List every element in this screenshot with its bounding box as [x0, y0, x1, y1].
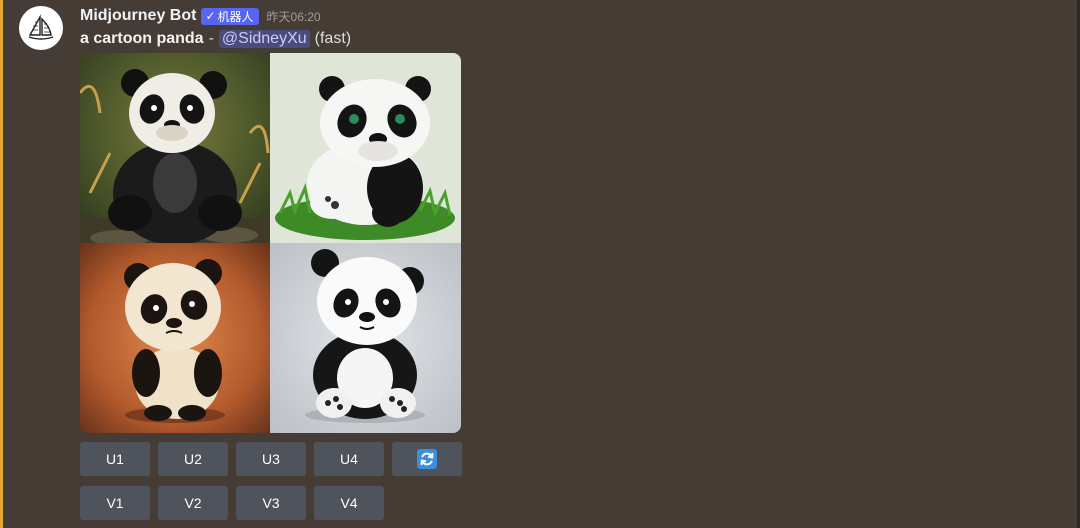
upscale-1-button[interactable]: U1	[80, 442, 150, 476]
image-grid[interactable]	[80, 53, 461, 433]
variation-4-button[interactable]: V4	[314, 486, 384, 520]
upscale-2-button[interactable]: U2	[158, 442, 228, 476]
prompt-text: a cartoon panda	[80, 30, 204, 47]
bot-badge-label: 机器人	[217, 9, 254, 24]
panda-image-3[interactable]	[80, 243, 270, 433]
panda-image-2[interactable]	[270, 53, 461, 243]
message-content: a cartoon panda - @SidneyXu (fast)	[80, 29, 351, 49]
bot-badge: ✓ 机器人	[201, 7, 259, 25]
chat-view: Midjourney Bot ✓ 机器人 昨天06:20 a cartoon p…	[0, 0, 1080, 528]
refresh-icon	[417, 449, 437, 469]
speed-label: (fast)	[314, 30, 352, 47]
highlight-bar	[0, 0, 3, 528]
upscale-3-button[interactable]: U3	[236, 442, 306, 476]
message-header: Midjourney Bot ✓ 机器人 昨天06:20	[80, 6, 321, 26]
verified-check-icon: ✓	[205, 9, 216, 23]
sailboat-icon	[28, 14, 54, 40]
user-mention[interactable]: @SidneyXu	[218, 30, 310, 48]
variation-1-button[interactable]: V1	[80, 486, 150, 520]
reroll-button[interactable]	[392, 442, 462, 476]
panda-image-4[interactable]	[270, 243, 461, 433]
timestamp[interactable]: 昨天06:20	[267, 8, 321, 25]
separator: -	[208, 30, 214, 47]
variation-3-button[interactable]: V3	[236, 486, 306, 520]
author-name[interactable]: Midjourney Bot	[80, 7, 196, 25]
upscale-4-button[interactable]: U4	[314, 442, 384, 476]
panda-image-1[interactable]	[80, 53, 270, 243]
avatar[interactable]	[19, 6, 63, 50]
variation-2-button[interactable]: V2	[158, 486, 228, 520]
